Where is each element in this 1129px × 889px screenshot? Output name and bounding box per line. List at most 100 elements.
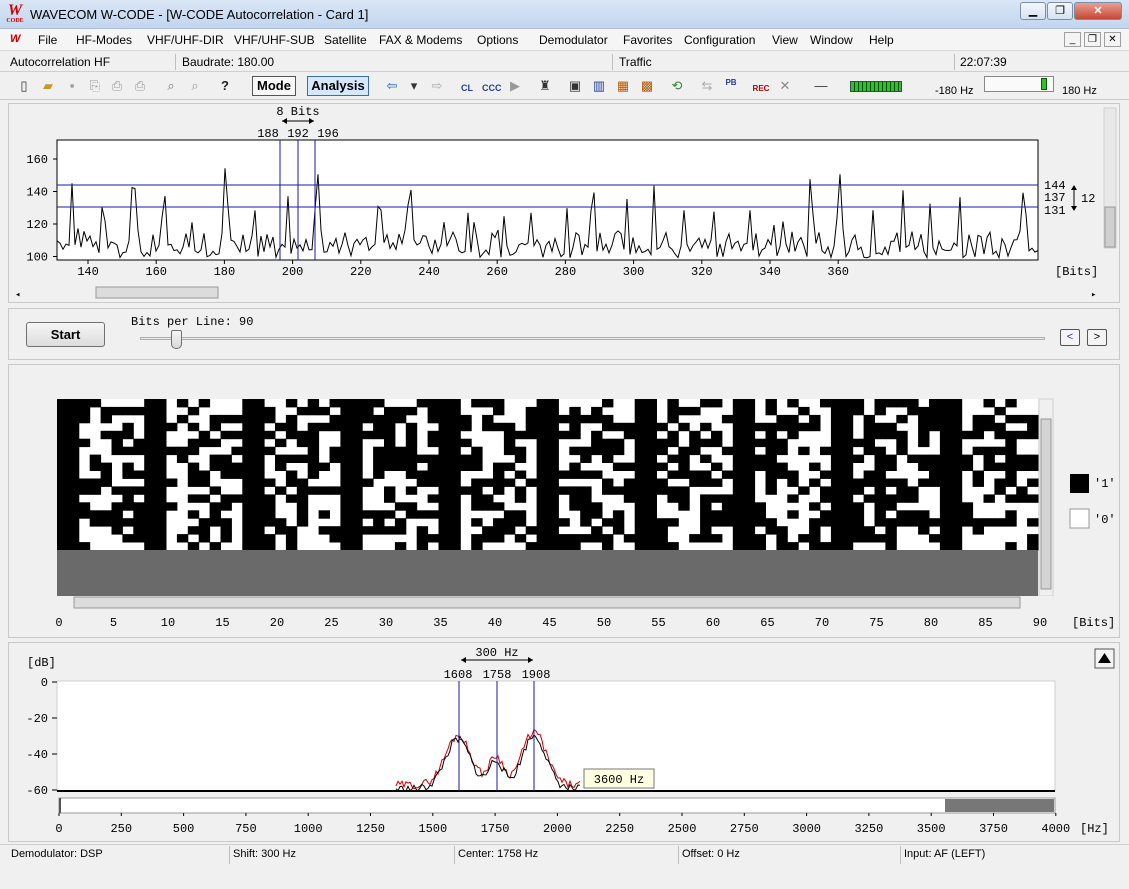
sonagram-icon[interactable]: ▩ — [638, 77, 656, 95]
vertical-scroll-thumb[interactable] — [1104, 206, 1116, 248]
menu-favorites[interactable]: Favorites — [623, 33, 672, 47]
mode-button[interactable]: Mode — [252, 76, 296, 96]
mdi-restore-icon[interactable]: ❐ — [1084, 32, 1101, 47]
bitmap-vertical-thumb[interactable] — [1040, 418, 1052, 590]
bit-cell — [264, 430, 276, 440]
close-icon[interactable]: ✕ — [1074, 2, 1122, 20]
bit-cell — [1016, 486, 1028, 495]
maximize-icon[interactable]: ❐ — [1047, 2, 1073, 20]
record-icon[interactable]: REC — [752, 77, 770, 95]
bit-cell — [591, 510, 603, 519]
bit-cell — [612, 486, 625, 495]
bit-cell — [384, 406, 396, 416]
scroll-right-icon[interactable]: ▸ — [1091, 290, 1096, 300]
start-button[interactable]: Start — [26, 322, 105, 347]
tuning-icon[interactable]: ♜ — [536, 77, 554, 95]
menu-fax-modems[interactable]: FAX & Modems — [379, 33, 462, 47]
refresh-icon[interactable]: ⟲ — [668, 77, 686, 95]
prev-button[interactable]: < — [1060, 329, 1080, 346]
bits-per-line-slider[interactable] — [140, 337, 1045, 340]
copy-icon[interactable]: ⎘ — [86, 77, 104, 95]
bit-cell — [918, 454, 930, 463]
chevron-down-icon[interactable]: ▾ — [405, 77, 423, 95]
print-icon[interactable]: ⎙ — [108, 77, 126, 95]
bit-cell — [405, 422, 418, 432]
bit-cell — [700, 470, 712, 479]
slider-thumb[interactable] — [171, 330, 182, 349]
mdi-close-icon[interactable]: ✕ — [1104, 32, 1121, 47]
bit-cell — [100, 406, 112, 416]
bit-cell — [525, 422, 538, 432]
menu-view[interactable]: View — [772, 33, 798, 47]
menu-configuration[interactable]: Configuration — [684, 33, 755, 47]
bit-cell — [874, 518, 886, 527]
find-icon[interactable]: ⌕ — [162, 77, 180, 95]
print-preview-icon[interactable]: ⎙ — [131, 77, 149, 95]
menu-vhf-uhf-sub[interactable]: VHF/UHF-SUB — [234, 33, 315, 47]
lf-icon[interactable]: ⇆ — [698, 77, 716, 95]
waterfall-icon[interactable]: ▦ — [614, 77, 632, 95]
bit-cell — [100, 470, 112, 479]
scroll-left-icon[interactable]: ◂ — [15, 290, 20, 300]
fft-icon[interactable]: ▥ — [590, 77, 608, 95]
bit-cell — [427, 438, 439, 448]
analysis-button[interactable]: Analysis — [307, 76, 369, 96]
back-arrow-icon[interactable]: ⇦ — [383, 77, 401, 95]
find-next-icon[interactable]: ⌕ — [186, 77, 204, 95]
bit-cell — [765, 446, 777, 456]
spectrum-x-unit: [Hz] — [1080, 822, 1109, 836]
next-button[interactable]: > — [1087, 329, 1107, 346]
level-icon[interactable]: — — [812, 77, 830, 95]
help-icon[interactable]: ? — [216, 77, 234, 95]
bit-cell — [209, 422, 221, 432]
bit-cell — [427, 470, 439, 479]
ccc-icon[interactable]: CCC — [482, 77, 502, 95]
mdi-app-icon[interactable]: W — [10, 33, 26, 47]
menu-satellite[interactable]: Satellite — [324, 33, 367, 47]
bit-cell — [525, 478, 538, 487]
bit-cell — [503, 438, 516, 448]
mute-icon[interactable]: ✕ — [776, 77, 794, 95]
bit-cell — [78, 399, 91, 408]
bit-cell — [852, 510, 865, 519]
save-icon[interactable]: ▪ — [63, 77, 81, 95]
spectrum-range-bar[interactable] — [58, 797, 1056, 814]
bit-cell — [863, 470, 875, 479]
range-start-marker[interactable] — [59, 798, 61, 813]
bit-cell — [405, 406, 418, 416]
bit-cell — [896, 518, 908, 527]
bitmap-horizontal-thumb[interactable] — [73, 596, 1021, 609]
bit-pattern-display: 0 5 10 15 20 25 30 35 40 45 50 55 60 65 70 75 80 85 90 [Bi… — [55, 398, 1116, 630]
mdi-minimize-icon[interactable]: _ — [1064, 32, 1081, 47]
play-icon[interactable]: ▶ — [506, 77, 524, 95]
horizontal-scroll-thumb[interactable] — [95, 286, 219, 299]
bit-cell — [373, 470, 385, 479]
minimize-icon[interactable]: ▁ — [1020, 2, 1046, 20]
bit-cell — [961, 518, 974, 527]
menu-vhf-uhf-dir[interactable]: VHF/UHF-DIR — [147, 33, 224, 47]
bit-cell — [689, 534, 701, 543]
modem-icon[interactable]: ▣ — [566, 77, 584, 95]
menu-demodulator[interactable]: Demodulator — [539, 33, 608, 47]
bit-cell — [874, 470, 886, 479]
bit-cell — [231, 430, 243, 440]
menu-window[interactable]: Window — [810, 33, 853, 47]
menu-hf-modes[interactable]: HF-Modes — [76, 33, 132, 47]
menu-file[interactable]: File — [38, 33, 57, 47]
bit-cell — [754, 518, 766, 527]
bit-cell — [874, 534, 886, 543]
menu-help[interactable]: Help — [869, 33, 894, 47]
bit-cell — [918, 438, 930, 448]
bit-cell — [362, 406, 374, 416]
bit-cell — [929, 422, 941, 432]
open-folder-icon[interactable]: ▰ — [39, 77, 57, 95]
bit-cell — [711, 494, 723, 503]
playback-icon[interactable]: PB — [722, 77, 740, 95]
clear-icon[interactable]: CL — [458, 77, 476, 95]
menu-options[interactable]: Options — [477, 33, 518, 47]
bit-cell — [667, 414, 679, 424]
bit-cell — [623, 486, 636, 495]
bit-cell — [907, 454, 919, 463]
forward-arrow-icon[interactable]: ⇨ — [428, 77, 446, 95]
new-file-icon[interactable]: ▯ — [15, 77, 33, 95]
